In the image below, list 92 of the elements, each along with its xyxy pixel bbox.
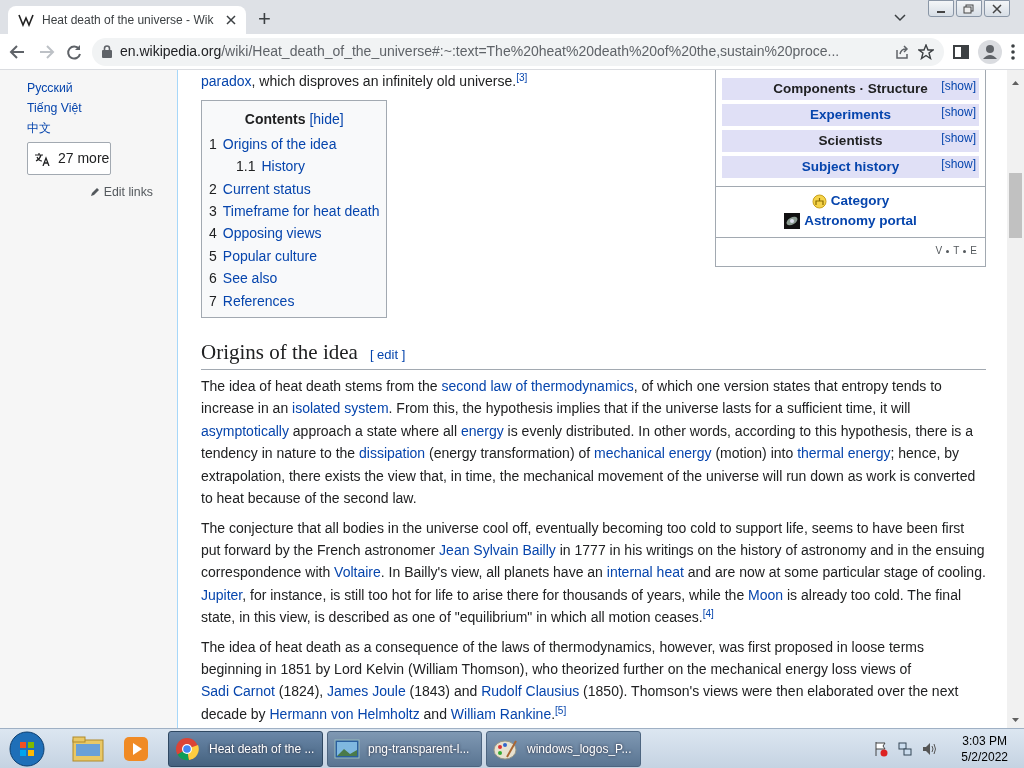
profile-icon[interactable]: [978, 39, 1002, 64]
hide-link[interactable]: [hide]: [309, 111, 344, 128]
browser-tab[interactable]: Heat death of the universe - Wik: [8, 6, 246, 34]
footnote-link[interactable]: [3]: [516, 72, 528, 83]
category-link[interactable]: Category: [830, 191, 890, 211]
paragraph: The idea of heat death stems from the second law of thermodynamics, of which one version states that entropy tends to increase in an isolated system. From this, the hypothesis implies that if the universe lasts for a sufficient time, it will asymptotically approach a state where all energy is evenly distributed. In other words, according to this hypothesis, there is a tendency in nature to the dissipation (energy transformation) of mechanical energy (motion) into thermal energy; hence, by extrapolation, there exists the view that, in time, the mechanical movement of the universe will run down as work is converted to heat because of the second law.: [201, 377, 977, 509]
text-link[interactable]: Moon: [748, 586, 784, 603]
more-languages-button[interactable]: 27 more: [27, 142, 111, 175]
text-link[interactable]: James Joule: [327, 683, 406, 700]
text-link[interactable]: William Rankine: [450, 705, 552, 722]
text-link[interactable]: mechanical energy: [594, 445, 712, 462]
text-link[interactable]: paradox: [201, 73, 252, 89]
paragraph: The conjecture that all bodies in the universe cool off, eventually becoming too cold to support life, seems to have been first put forward by the French astronomer Jean Sylvain Bailly in 1777 in his writings on the history of astronomy and in the ensuing correspondence with Voltaire. In Bailly's view, all planets have an internal heat and are now at some particular stage of cooling. Jupiter, for instance, is still too hot for life to arise there for thousands of years, while the Moon is already too cold. The final state, in this view, is described as one of "equilibrium" in which all motion ceases.$^{[4]}$: [201, 518, 986, 628]
maximize-icon: [963, 3, 975, 14]
new-tab-button[interactable]: +: [246, 8, 283, 30]
text-link[interactable]: isolated system: [292, 400, 389, 417]
text-link[interactable]: asymptotically: [201, 422, 289, 439]
chevron-down-icon[interactable]: [894, 14, 906, 22]
footnote-link[interactable]: [5]: [555, 704, 567, 716]
tab-title: Heat death of the universe - Wik: [42, 12, 215, 29]
dot-icon: [946, 249, 950, 253]
contents-link[interactable]: 7 References: [209, 292, 295, 309]
side-panel-icon[interactable]: [952, 42, 970, 61]
url-text: en.wikipedia.org/wiki/Heat_death_of_the_universe#:~:text=The%20heat%20death%20of%20the,sustain%20proce...: [120, 42, 840, 61]
dot-icon: [963, 249, 967, 253]
scrollbar[interactable]: [1007, 70, 1024, 728]
taskbar-button[interactable]: windows_logos_P...: [486, 730, 641, 767]
star-icon[interactable]: [918, 43, 934, 60]
language-link[interactable]: Tiếng Việt: [27, 98, 177, 118]
maximize-window-button[interactable]: [956, 0, 982, 17]
menu-icon[interactable]: [1010, 42, 1016, 61]
contents-link[interactable]: 3 Timeframe for heat death: [209, 203, 380, 220]
edit-links-link[interactable]: Edit links: [103, 183, 153, 202]
show-link[interactable]: [show]: [941, 75, 976, 97]
text-link[interactable]: Rudolf Clausius: [481, 683, 580, 700]
share-icon[interactable]: [894, 43, 910, 60]
navbox-link[interactable]: E: [970, 240, 977, 263]
taskbar-button[interactable]: Heat death of the ...: [168, 730, 323, 767]
show-link[interactable]: [show]: [941, 127, 976, 149]
contents-link[interactable]: 1 Origins of the idea: [209, 135, 337, 152]
text-link[interactable]: Hermann von Helmholtz: [269, 705, 420, 722]
close-icon[interactable]: [226, 15, 236, 25]
text-link[interactable]: dissipation: [359, 445, 426, 462]
text-link[interactable]: Voltaire: [334, 564, 381, 581]
navbox-link[interactable]: T: [953, 240, 960, 263]
close-window-button[interactable]: [984, 0, 1010, 17]
minimize-window-button[interactable]: [928, 0, 954, 17]
paragraph: paradox, which disproves an infinitely old universe.$^{[3]}$: [201, 71, 529, 91]
text-link[interactable]: Sadi Carnot: [201, 683, 275, 700]
language-link[interactable]: 中文: [27, 118, 177, 138]
contents-link[interactable]: 5 Popular culture: [209, 247, 317, 264]
portal-link[interactable]: Astronomy portal: [804, 211, 917, 231]
group-link[interactable]: Experiments: [809, 107, 891, 122]
start-button[interactable]: [8, 729, 46, 768]
navbox-link[interactable]: V: [935, 240, 943, 263]
show-link[interactable]: [show]: [941, 101, 976, 123]
text-link[interactable]: internal heat: [606, 564, 684, 581]
network-icon[interactable]: [897, 740, 914, 757]
group-link[interactable]: Subject history: [801, 159, 900, 174]
text-link[interactable]: thermal energy: [797, 445, 891, 462]
lock-icon: [102, 45, 112, 58]
galaxy-icon: [784, 213, 801, 229]
footnote-link[interactable]: [4]: [702, 608, 714, 620]
show-link[interactable]: [show]: [941, 153, 976, 175]
group-title: Components · Structure: [773, 81, 928, 96]
edit-link[interactable]: [ edit ]: [369, 340, 406, 370]
text-link[interactable]: energy: [460, 422, 504, 439]
contents-link[interactable]: 4 Opposing views: [209, 225, 322, 242]
flag-icon[interactable]: [873, 740, 890, 757]
category-icon: [811, 193, 827, 209]
address-bar[interactable]: en.wikipedia.org/wiki/Heat_death_of_the_universe#:~:text=The%20heat%20death%20of%20the,sustain%20proce...: [92, 37, 944, 66]
section-heading: Origins of the idea: [201, 339, 358, 367]
text-link[interactable]: Jean Sylvain Bailly: [439, 541, 556, 558]
wikipedia-icon: [18, 13, 34, 27]
clock[interactable]: 3:03 PM 5/2/2022: [961, 732, 1008, 765]
translate-icon: [34, 151, 50, 166]
browser-icon: [175, 736, 201, 761]
taskbar-button[interactable]: png-transparent-l...: [327, 730, 482, 767]
text-link[interactable]: Jupiter: [201, 586, 243, 603]
picture-viewer-icon: [334, 736, 360, 761]
close-icon: [991, 3, 1003, 14]
contents-title: Contents: [244, 111, 306, 128]
pencil-icon: [89, 187, 100, 198]
language-link[interactable]: Русский: [27, 78, 177, 98]
scroll-thumb[interactable]: [1009, 173, 1022, 238]
contents-link[interactable]: 6 See also: [209, 270, 278, 287]
contents-link[interactable]: 2 Current status: [209, 180, 311, 197]
minimize-icon: [937, 10, 945, 13]
paragraph: The idea of heat death as a consequence of the laws of thermodynamics, however, was first proposed in loose terms beginning in 1851 by Lord Kelvin (William Thomson), who theorized further on the mechanical energy loss views of Sadi Carnot (1824), James Joule (1843) and Rudolf Clausius (1850). Thomson's views were then elaborated over the next decade by Hermann von Helmholtz and William Rankine.$^{[5]}$: [201, 637, 960, 724]
contents-link[interactable]: 1.1 History: [236, 158, 306, 175]
text-link[interactable]: second law of thermodynamics: [441, 378, 634, 395]
group-title: Scientists: [818, 133, 883, 148]
